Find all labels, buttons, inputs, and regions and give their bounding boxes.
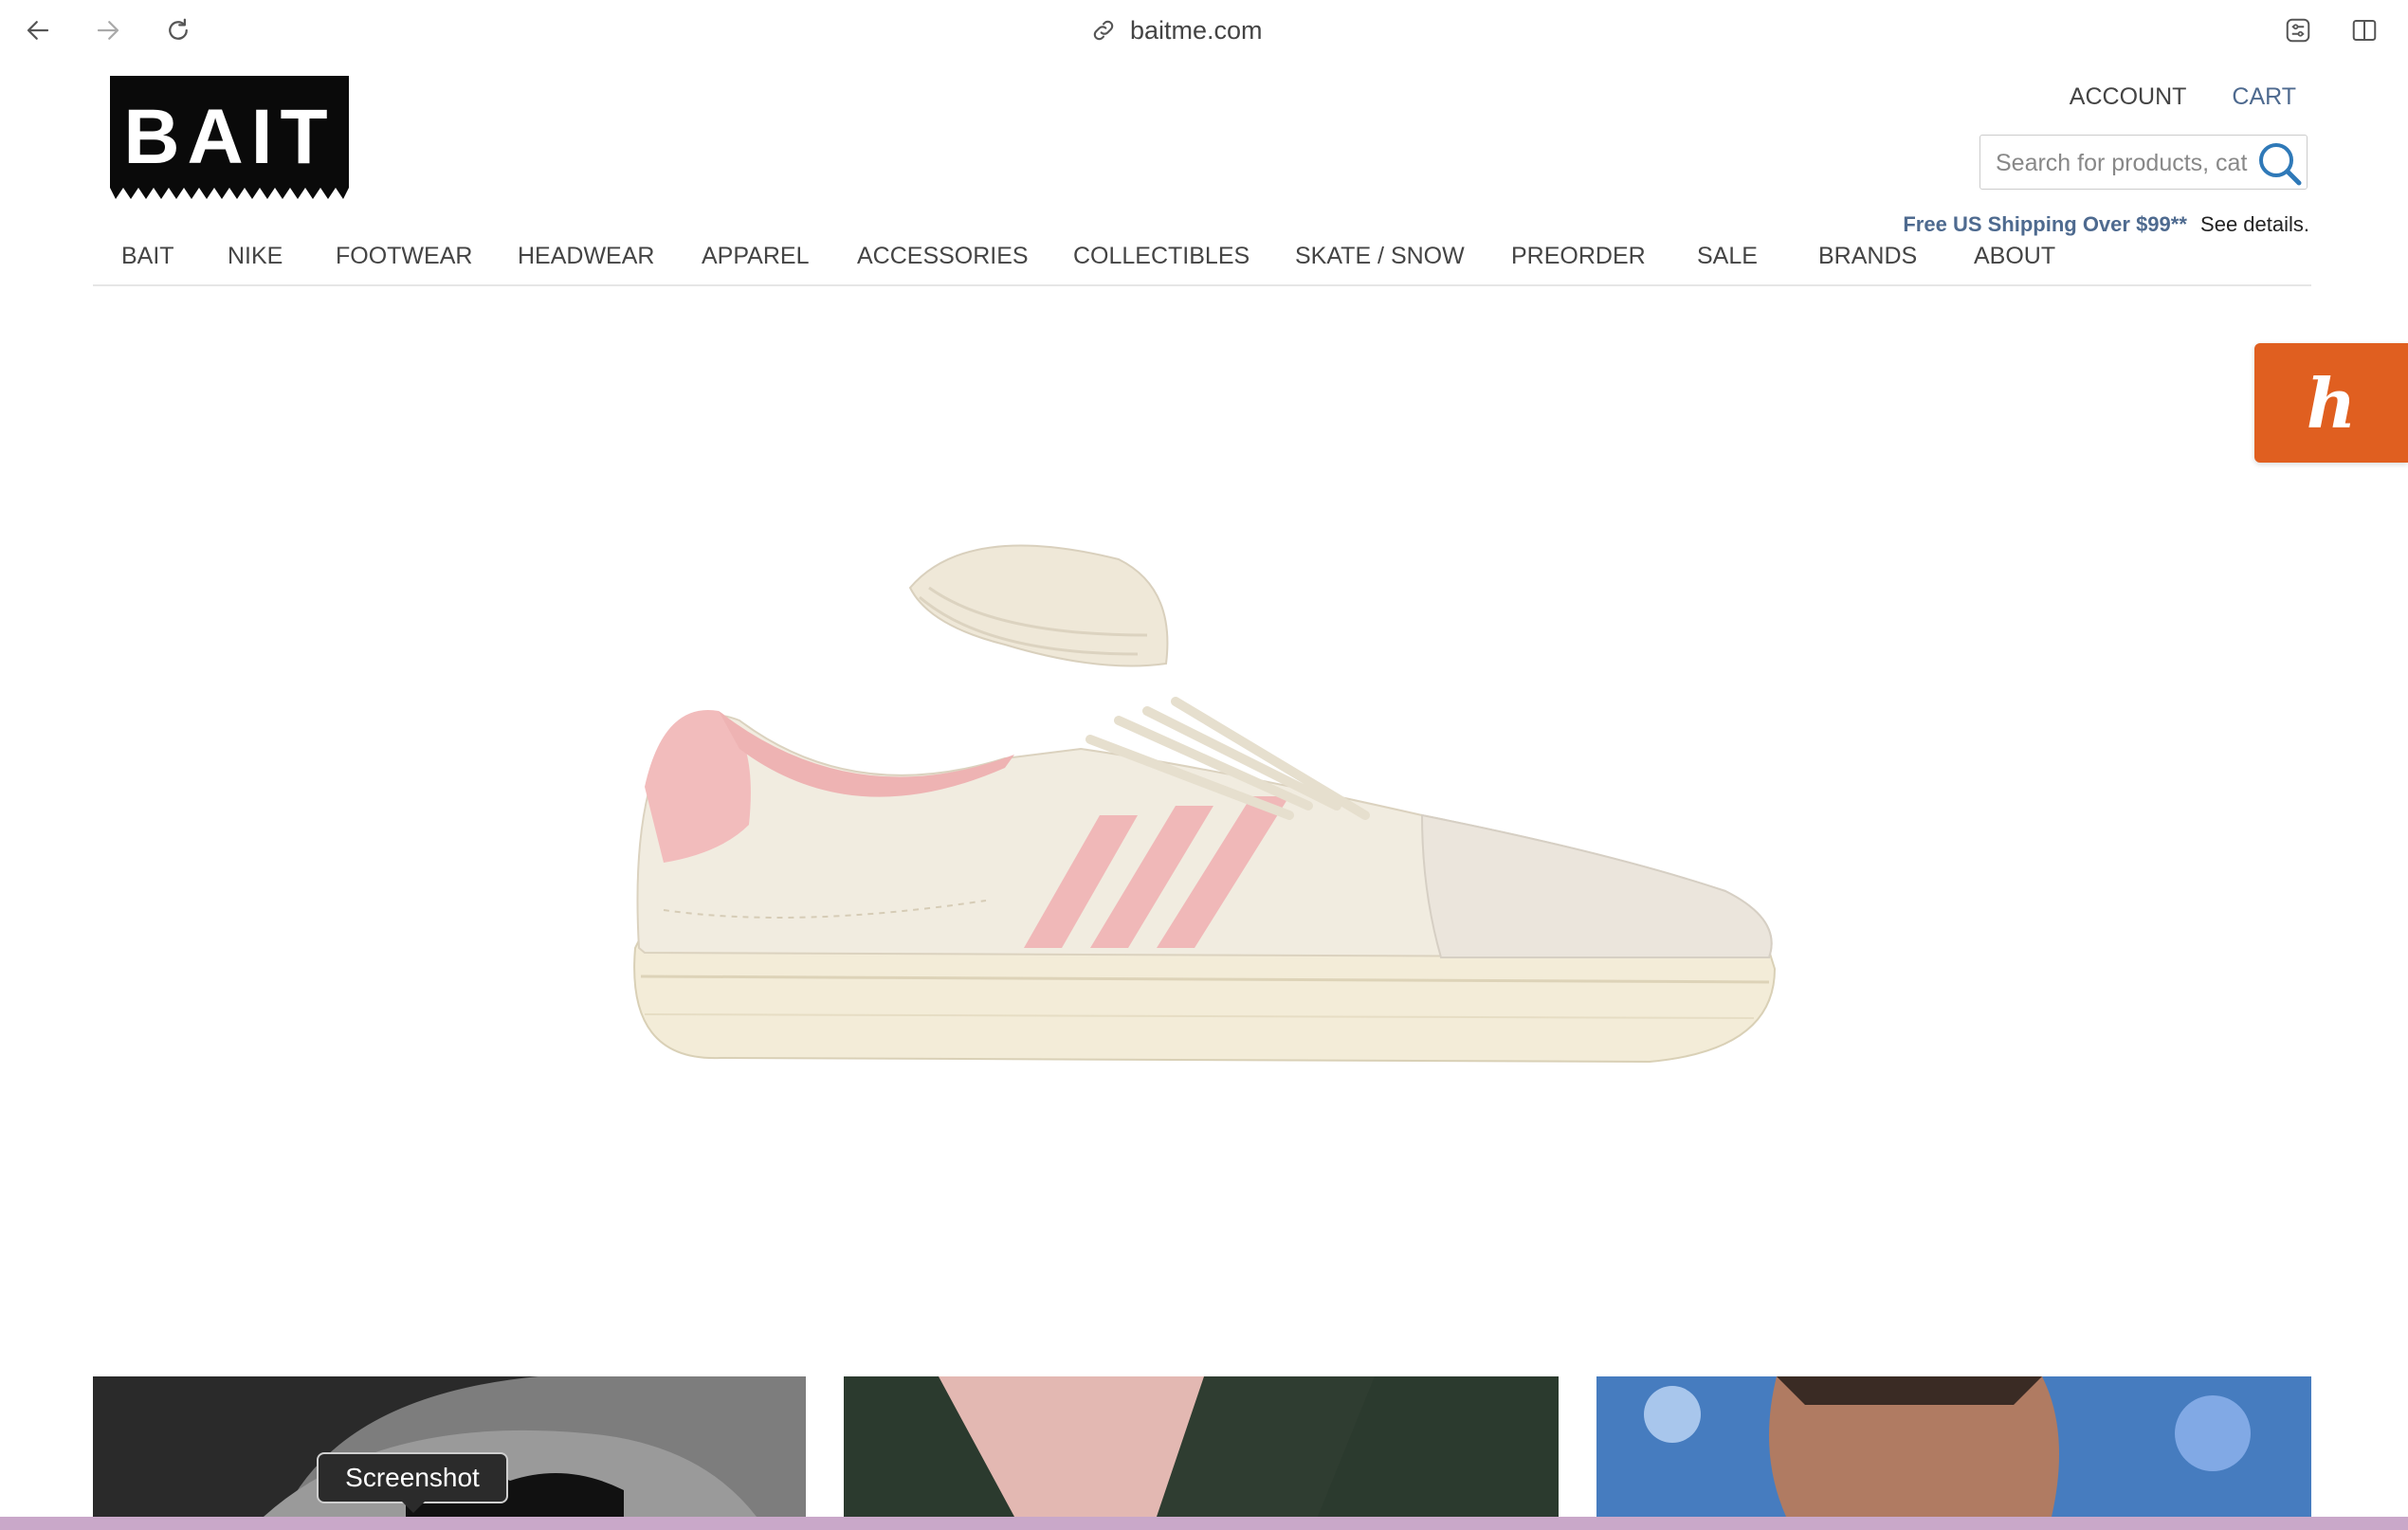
nav-item-preorder[interactable]: PREORDER: [1511, 243, 1646, 270]
back-arrow-icon[interactable]: [19, 11, 57, 49]
nav-item-apparel[interactable]: APPAREL: [702, 243, 809, 270]
nav-item-skate-snow[interactable]: SKATE / SNOW: [1295, 243, 1465, 270]
see-details-link[interactable]: See details.: [2200, 212, 2309, 236]
account-links: ACCOUNT CART: [2070, 83, 2296, 111]
nav-item-footwear[interactable]: FOOTWEAR: [336, 243, 472, 270]
screenshot-tooltip: Screenshot: [317, 1452, 508, 1513]
account-link[interactable]: ACCOUNT: [2070, 83, 2187, 111]
link-icon: [1093, 20, 1114, 41]
sidebar-toggle-icon[interactable]: [2345, 11, 2383, 49]
browser-toolbar: baitme.com: [0, 0, 2408, 59]
logo-text: BAIT: [123, 94, 335, 180]
search-icon[interactable]: [2255, 139, 2305, 189]
window-bottom-edge: [0, 1517, 2408, 1530]
free-shipping-text: Free US Shipping Over $99**: [1903, 212, 2187, 236]
nav-item-collectibles[interactable]: COLLECTIBLES: [1073, 243, 1250, 270]
cart-link[interactable]: CART: [2232, 83, 2296, 111]
nav-item-sale[interactable]: SALE: [1697, 243, 1758, 270]
forward-arrow-icon[interactable]: [89, 11, 127, 49]
honey-extension-button[interactable]: h: [2254, 343, 2408, 463]
nav-item-about[interactable]: ABOUT: [1974, 243, 2055, 270]
nav-item-accessories[interactable]: ACCESSORIES: [857, 243, 1029, 270]
extension-icon[interactable]: [2279, 11, 2317, 49]
nav-item-nike[interactable]: NIKE: [228, 243, 283, 270]
reload-icon[interactable]: [159, 11, 197, 49]
honey-logo-icon: h: [2306, 362, 2357, 444]
promo-tile-collectibles[interactable]: [1596, 1376, 2311, 1517]
search-input[interactable]: [1994, 136, 2268, 189]
shipping-promo: Free US Shipping Over $99** See details.: [1903, 212, 2309, 237]
promo-tile-footwear[interactable]: [844, 1376, 1559, 1517]
url-text: baitme.com: [1130, 15, 1263, 45]
nav-item-bait[interactable]: BAIT: [121, 243, 174, 270]
main-nav: BAIT NIKE FOOTWEAR HEADWEAR APPAREL ACCE…: [93, 235, 2311, 286]
hero-product-image[interactable]: [607, 531, 1801, 1081]
bait-logo[interactable]: BAIT: [110, 76, 349, 199]
nav-item-headwear[interactable]: HEADWEAR: [518, 243, 654, 270]
address-bar[interactable]: baitme.com: [1090, 11, 1263, 49]
search-box: [1979, 135, 2308, 190]
nav-item-brands[interactable]: BRANDS: [1818, 243, 1917, 270]
